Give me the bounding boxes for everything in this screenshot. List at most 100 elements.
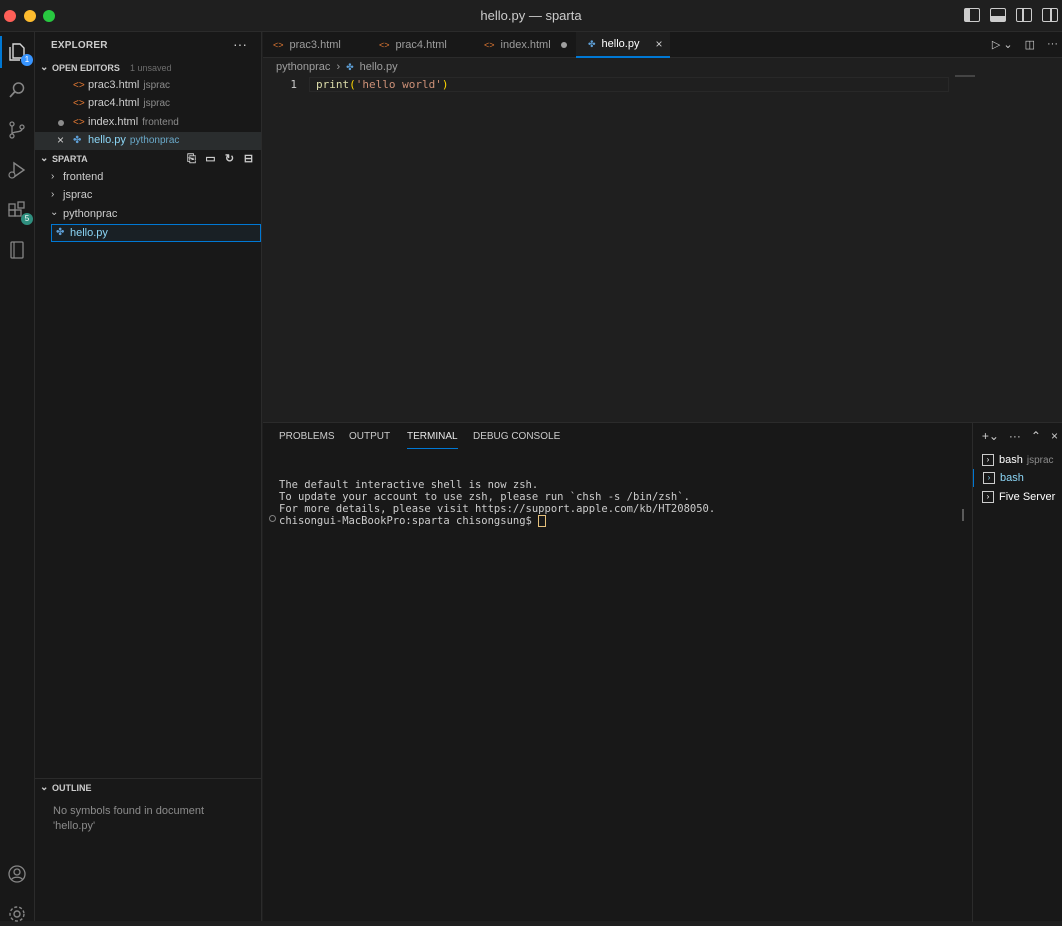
terminal-line: For more details, please visit https://s… <box>279 503 716 515</box>
tab-prac3-html[interactable]: <> prac3.html <box>273 32 341 58</box>
extensions-icon[interactable]: 5 <box>5 199 33 225</box>
terminal-name: bash <box>999 454 1023 466</box>
open-editor-item-active[interactable]: × ✤ hello.py pythonprac <box>35 132 261 150</box>
workspace-actions: ⎘ ▭ ↻ ⊟ <box>185 153 255 166</box>
folder-item-frontend[interactable]: › frontend <box>35 169 261 187</box>
file-name: hello.py <box>70 227 108 239</box>
code-editor[interactable]: 1 print('hello world') <box>263 77 953 93</box>
open-editor-folder: frontend <box>142 117 179 128</box>
command-decoration-icon[interactable] <box>269 515 276 522</box>
account-icon[interactable] <box>5 862 29 886</box>
terminal-output[interactable]: The default interactive shell is now zsh… <box>279 479 715 527</box>
open-editors-header[interactable]: ⌄ OPEN EDITORS 1 unsaved <box>35 60 261 78</box>
search-icon[interactable] <box>5 78 29 102</box>
explorer-sidebar: EXPLORER ··· ⌄ OPEN EDITORS 1 unsaved <>… <box>35 32 262 921</box>
html-file-icon: <> <box>73 98 85 109</box>
source-control-icon[interactable] <box>5 118 29 142</box>
tab-output[interactable]: OUTPUT <box>349 431 390 442</box>
explorer-icon[interactable]: 1 <box>0 36 33 68</box>
html-file-icon: <> <box>73 80 85 91</box>
terminal-list: › bash jsprac › bash › Five Server <box>972 423 1062 922</box>
open-editor-folder: jsprac <box>143 98 171 109</box>
tab-prac4-html[interactable]: <> prac4.html <box>379 32 447 58</box>
terminal-icon: › <box>982 491 994 503</box>
open-editors-label: OPEN EDITORS <box>52 63 120 73</box>
code-paren-open: ( <box>349 78 356 91</box>
extensions-badge: 5 <box>21 213 33 225</box>
collapse-all-icon[interactable]: ⊟ <box>242 153 255 166</box>
tab-index-html[interactable]: <> index.html <box>484 32 567 58</box>
terminal-scrollbar[interactable] <box>962 509 964 521</box>
open-editor-item[interactable]: <> prac3.html jsprac <box>35 77 261 95</box>
file-item-hello-py[interactable]: ✤ hello.py <box>51 224 261 242</box>
terminal-line: The default interactive shell is now zsh… <box>279 479 539 491</box>
bottom-panel: PROBLEMS OUTPUT TERMINAL DEBUG CONSOLE +… <box>263 422 1062 922</box>
close-icon[interactable]: × <box>57 133 64 147</box>
breadcrumb: pythonprac › ✤ hello.py <box>276 61 398 73</box>
python-file-icon: ✤ <box>588 38 596 49</box>
tab-problems[interactable]: PROBLEMS <box>279 431 335 442</box>
more-actions-icon[interactable]: ··· <box>1047 38 1058 51</box>
python-file-icon: ✤ <box>73 135 82 146</box>
remote-explorer-icon[interactable] <box>5 238 29 262</box>
close-tab-icon[interactable]: × <box>655 37 662 51</box>
workspace-header[interactable]: ⌄ SPARTA ⎘ ▭ ↻ ⊟ <box>35 151 261 169</box>
outline-header[interactable]: ⌄ OUTLINE <box>35 780 261 798</box>
editor-tabs: <> prac3.html <> prac4.html <> index.htm… <box>263 32 1062 58</box>
new-folder-icon[interactable]: ▭ <box>204 153 217 166</box>
folder-item-jsprac[interactable]: › jsprac <box>35 187 261 205</box>
terminal-line: To update your account to use zsh, pleas… <box>279 491 690 503</box>
new-file-icon[interactable]: ⎘ <box>185 153 198 166</box>
split-editor-icon[interactable]: ◫ <box>1025 38 1035 51</box>
sidebar-title: EXPLORER <box>51 40 108 51</box>
minimap[interactable] <box>955 75 975 77</box>
chevron-right-icon: › <box>51 189 55 200</box>
terminal-icon: › <box>982 454 994 466</box>
open-editor-item[interactable]: <> prac4.html jsprac <box>35 95 261 113</box>
terminal-cwd: jsprac <box>1026 454 1054 466</box>
unsaved-dot-icon[interactable] <box>560 42 567 48</box>
run-python-icon[interactable]: ▷ ⌄ <box>992 38 1013 51</box>
chevron-down-icon: ⌄ <box>50 207 59 218</box>
tab-label: prac3.html <box>289 39 341 51</box>
code-string: 'hello world' <box>355 78 442 91</box>
toggle-secondary-sidebar-icon[interactable] <box>1016 8 1032 22</box>
settings-gear-icon[interactable] <box>5 902 29 926</box>
more-actions-icon[interactable]: ··· <box>233 36 247 52</box>
explorer-badge: 1 <box>21 54 33 66</box>
chevron-down-icon: ⌄ <box>40 782 49 793</box>
html-file-icon: <> <box>273 40 284 50</box>
unsaved-dot-icon[interactable] <box>58 120 64 126</box>
python-file-icon: ✤ <box>346 61 354 72</box>
open-editor-folder: jsprac <box>143 80 171 91</box>
terminal-item-five-server[interactable]: › Five Server <box>973 488 1062 506</box>
refresh-icon[interactable]: ↻ <box>223 153 236 166</box>
terminal-item-bash-jsprac[interactable]: › bash jsprac <box>973 451 1062 469</box>
chevron-right-icon: › <box>336 61 341 73</box>
breadcrumb-folder[interactable]: pythonprac <box>276 61 330 73</box>
terminal-name: bash <box>1000 472 1024 484</box>
activity-bar: 1 5 <box>0 32 35 922</box>
outline-label: OUTLINE <box>52 783 92 793</box>
toggle-primary-sidebar-icon[interactable] <box>964 8 980 22</box>
code-paren-close: ) <box>441 78 449 91</box>
folder-name: frontend <box>63 171 104 183</box>
terminal-cursor <box>538 515 547 527</box>
terminal-item-bash[interactable]: › bash <box>973 469 1062 487</box>
code-line[interactable]: print('hello world') <box>316 78 448 91</box>
editor-actions: ▷ ⌄ ◫ ··· <box>992 38 1058 51</box>
folder-item-pythonprac[interactable]: ⌄ pythonprac <box>35 206 261 224</box>
chevron-down-icon: ⌄ <box>40 153 49 164</box>
open-editor-item[interactable]: <> index.html frontend <box>35 114 261 132</box>
title-bar: hello.py — sparta <box>0 0 1062 32</box>
customize-layout-icon[interactable] <box>1042 8 1058 22</box>
tab-debug-console[interactable]: DEBUG CONSOLE <box>473 431 560 442</box>
tab-hello-py[interactable]: ✤ hello.py × <box>576 32 671 58</box>
breadcrumb-file[interactable]: hello.py <box>360 61 398 73</box>
open-editor-filename: prac4.html <box>88 97 140 109</box>
tab-label: hello.py <box>601 38 640 50</box>
tab-terminal[interactable]: TERMINAL <box>407 431 458 449</box>
folder-name: pythonprac <box>63 208 118 220</box>
toggle-panel-icon[interactable] <box>990 8 1006 22</box>
run-debug-icon[interactable] <box>5 158 29 182</box>
